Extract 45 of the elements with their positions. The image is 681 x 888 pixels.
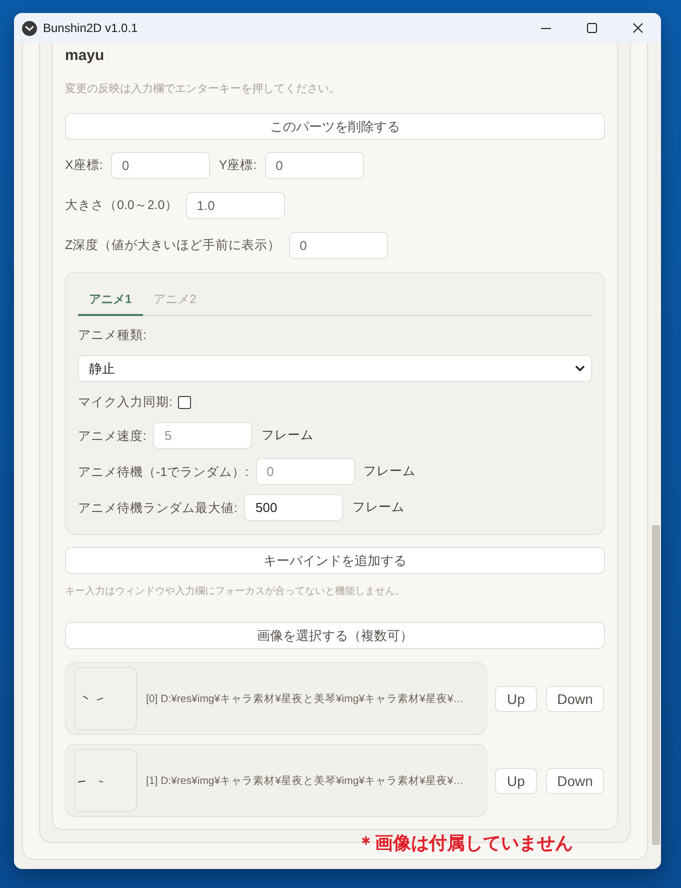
thumbnail-drawing — [74, 749, 137, 812]
down-button[interactable]: Down — [546, 686, 604, 712]
image-list-item[interactable]: [1] D:¥res¥img¥キャラ素材¥星夜と美琴¥img¥キャラ素材¥星夜¥… — [65, 744, 487, 817]
unit-label: フレーム — [261, 427, 314, 444]
field-label: アニメ待機ランダム最大値: — [78, 500, 238, 516]
image-path: [0] D:¥res¥img¥キャラ素材¥星夜と美琴¥img¥キャラ素材¥星夜¥… — [146, 692, 464, 706]
field-label: Z深度（値が大きいほど手前に表示） — [65, 237, 281, 254]
animation-type-label: アニメ種類: — [78, 327, 148, 344]
close-icon — [633, 23, 643, 33]
field-label: Y座標: — [218, 157, 257, 174]
down-button[interactable]: Down — [546, 768, 604, 794]
field-label: X座標: — [65, 157, 103, 174]
coordinate-input[interactable]: 0 — [110, 152, 210, 179]
part-name: mayu — [65, 46, 106, 66]
chevron-down-icon — [575, 365, 585, 372]
frame-input[interactable]: 5 — [153, 422, 252, 449]
window-title: Bunshin2D v1.0.1 — [43, 21, 139, 35]
mic-sync-checkbox[interactable] — [178, 396, 192, 408]
maximize-icon — [587, 23, 597, 33]
annotation-text: ＊画像は付属していません — [357, 832, 573, 854]
up-button[interactable]: Up — [495, 686, 537, 712]
add-keybind-button[interactable]: キーバインドを追加する — [65, 547, 605, 574]
coordinate-input[interactable]: 0 — [264, 152, 364, 179]
delete-part-button[interactable]: このパーツを削除する — [65, 113, 605, 140]
animation-type-dropdown[interactable]: 静止 — [78, 355, 592, 382]
unit-label: フレーム — [364, 463, 416, 480]
frame-input[interactable]: 0 — [256, 458, 355, 485]
image-list-item[interactable]: [0] D:¥res¥img¥キャラ素材¥星夜と美琴¥img¥キャラ素材¥星夜¥… — [65, 662, 487, 735]
mic-sync-label: マイク入力同期: — [78, 394, 172, 411]
number-input[interactable]: 1.0 — [186, 192, 285, 219]
select-images-button[interactable]: 画像を選択する（複数可） — [65, 622, 605, 649]
field-label: 大きさ（0.0～2.0） — [65, 197, 178, 214]
chevron-circle-icon — [22, 20, 37, 36]
unit-label: フレーム — [352, 499, 404, 516]
up-button[interactable]: Up — [495, 768, 537, 794]
field-label: アニメ待機（-1でランダム）: — [78, 464, 249, 480]
animation-tab[interactable]: アニメ1 — [78, 284, 143, 316]
frame-input[interactable]: 500 — [244, 494, 344, 521]
image-path: [1] D:¥res¥img¥キャラ素材¥星夜と美琴¥img¥キャラ素材¥星夜¥… — [146, 774, 464, 788]
field-label: アニメ速度: — [78, 428, 146, 444]
number-input[interactable]: 0 — [288, 232, 388, 259]
scrollbar-thumb[interactable] — [652, 525, 660, 845]
thumbnail-drawing — [74, 667, 137, 730]
hint-text: 変更の反映は入力欄でエンターキーを押してください。 — [65, 82, 341, 97]
hint-text: キー入力はウィンドウや入力欄にフォーカスが合ってないと機能しません。 — [65, 584, 406, 599]
